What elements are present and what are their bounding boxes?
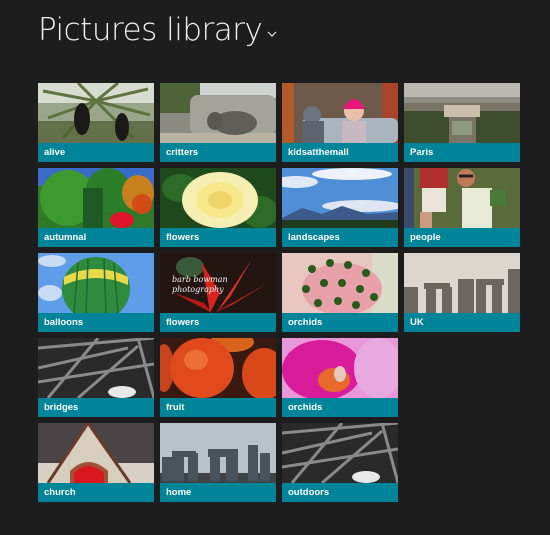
tile-label: UK [410,317,424,328]
thumbnail-image [404,253,520,313]
tile-label: Paris [410,147,434,158]
tile-label-bar: autumnal [38,228,154,247]
thumbnail-image [38,338,154,398]
tile-label: people [410,232,441,243]
tile-label-bar: orchids [282,398,398,417]
thumbnail-image [160,168,276,228]
folder-grid: alive critters kidsatthemall Paris autum… [38,83,520,502]
folder-tile-flowers[interactable]: flowers [160,168,276,247]
tile-label: flowers [166,232,200,243]
folder-tile-balloons[interactable]: balloons [38,253,154,332]
tile-label: outdoors [288,487,330,498]
tile-label-bar: bridges [38,398,154,417]
thumbnail-image [38,83,154,143]
tile-label: church [44,487,76,498]
tile-label: orchids [288,402,323,413]
thumbnail-image [282,83,398,143]
tile-label-bar: outdoors [282,483,398,502]
chevron-down-icon [267,31,277,37]
tile-label: balloons [44,317,84,328]
tile-label-bar: kidsatthemall [282,143,398,162]
page-title: Pictures library [38,12,263,48]
tile-label-bar: flowers [160,313,276,332]
tile-label-bar: critters [160,143,276,162]
folder-tile-people[interactable]: people [404,168,520,247]
folder-tile-landscapes[interactable]: landscapes [282,168,398,247]
folder-tile-fruit[interactable]: fruit [160,338,276,417]
tile-label-bar: orchids [282,313,398,332]
tile-label: autumnal [44,232,87,243]
tile-label: home [166,487,192,498]
empty-grid-cell [404,338,520,417]
tile-label: kidsatthemall [288,147,349,158]
folder-tile-orchids-2[interactable]: orchids [282,338,398,417]
folder-tile-home[interactable]: home [160,423,276,502]
thumbnail-image [404,83,520,143]
tile-label-bar: church [38,483,154,502]
tile-label: fruit [166,402,185,413]
tile-label-bar: landscapes [282,228,398,247]
thumbnail-image [160,83,276,143]
tile-label-bar: balloons [38,313,154,332]
tile-label: landscapes [288,232,340,243]
thumbnail-image [160,338,276,398]
folder-tile-paris[interactable]: Paris [404,83,520,162]
folder-tile-kidsatthemall[interactable]: kidsatthemall [282,83,398,162]
tile-label: orchids [288,317,323,328]
thumbnail-image [38,423,154,483]
tile-label: bridges [44,402,79,413]
thumbnail-image [38,168,154,228]
tile-label: critters [166,147,199,158]
tile-label: flowers [166,317,200,328]
thumbnail-image [160,423,276,483]
tile-label-bar: flowers [160,228,276,247]
folder-tile-autumnal[interactable]: autumnal [38,168,154,247]
tile-label-bar: UK [404,313,520,332]
tile-label-bar: home [160,483,276,502]
thumbnail-image [282,423,398,483]
folder-tile-flowers-2[interactable]: barb bowman photography flowers [160,253,276,332]
thumbnail-image [282,253,398,313]
folder-tile-uk[interactable]: UK [404,253,520,332]
tile-label-bar: fruit [160,398,276,417]
thumbnail-image [38,253,154,313]
folder-tile-orchids[interactable]: orchids [282,253,398,332]
folder-tile-bridges[interactable]: bridges [38,338,154,417]
library-title-dropdown[interactable]: Pictures library [38,10,278,50]
thumbnail-image [282,338,398,398]
watermark-text: barb bowman photography [172,275,228,294]
thumbnail-image [282,168,398,228]
folder-tile-alive[interactable]: alive [38,83,154,162]
thumbnail-image [404,168,520,228]
folder-tile-church[interactable]: church [38,423,154,502]
folder-tile-critters[interactable]: critters [160,83,276,162]
tile-label-bar: people [404,228,520,247]
folder-tile-outdoors[interactable]: outdoors [282,423,398,502]
tile-label-bar: Paris [404,143,520,162]
tile-label-bar: alive [38,143,154,162]
tile-label: alive [44,147,66,158]
